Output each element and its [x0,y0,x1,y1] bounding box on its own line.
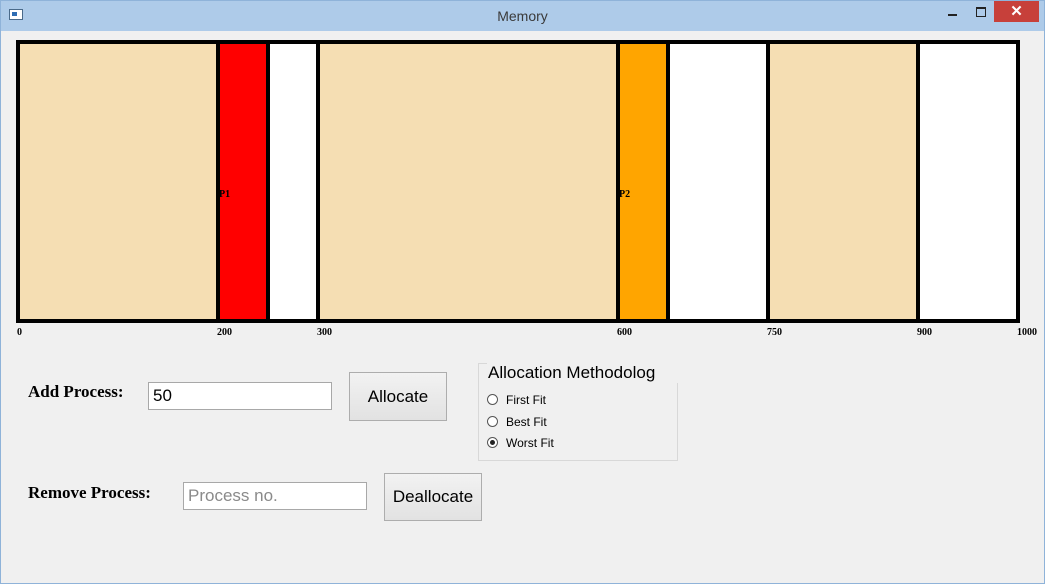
memory-boundary-line [16,40,20,323]
memory-map: P1 P2 [16,40,1020,323]
memory-tick-label: 750 [767,327,782,338]
title-bar[interactable]: Memory ✕ [1,1,1044,31]
close-icon: ✕ [1010,3,1023,20]
memory-window: Memory ✕ P1 P2 0 200 300 600 750 900 1000 Add P… [0,0,1045,584]
memory-segment-process: P2 [617,40,667,323]
memory-segment-hole [17,40,217,323]
minimize-icon [948,14,957,17]
memory-tick-label: 200 [217,327,232,338]
radio-label: Best Fit [506,415,547,429]
memory-segment-hole [317,40,617,323]
maximize-icon [975,7,986,18]
radio-button-icon[interactable] [487,437,498,448]
radio-label: Worst Fit [506,436,554,450]
memory-tick-label: 600 [617,327,632,338]
memory-tick-label: 300 [317,327,332,338]
memory-segment-hole [767,40,917,323]
process-label: P2 [619,189,631,200]
memory-boundary-line [666,40,670,323]
memory-tick-label: 1000 [1017,327,1037,338]
memory-boundary-line [316,40,320,323]
memory-boundary-line [1016,40,1020,323]
memory-segment-free [667,40,767,323]
add-process-label: Add Process: [28,382,124,401]
remove-process-input[interactable] [183,482,367,510]
allocate-button[interactable]: Allocate [349,372,447,421]
memory-tick-label: 900 [917,327,932,338]
memory-segment-free [917,40,1017,323]
content-panel: P1 P2 0 200 300 600 750 900 1000 Add Process: A… [9,32,1038,583]
deallocate-button[interactable]: Deallocate [384,473,482,521]
memory-boundary-line [766,40,770,323]
window-title: Memory [497,8,548,24]
radio-button-icon[interactable] [487,394,498,405]
process-label: P1 [219,189,231,200]
memory-boundary-line [616,40,620,323]
radio-button-icon[interactable] [487,416,498,427]
remove-process-label: Remove Process: [28,483,151,502]
memory-tick-label: 0 [17,327,22,338]
minimize-button[interactable] [939,1,966,22]
memory-boundary-line [216,40,220,323]
memory-boundary-line [266,40,270,323]
memory-segment-free [267,40,317,323]
allocation-methodology-title: Allocation Methodolog [487,363,681,383]
memory-boundary-line [916,40,920,323]
close-button[interactable]: ✕ [994,1,1039,22]
radio-label: First Fit [506,393,546,407]
memory-segment-process: P1 [217,40,267,323]
maximize-button[interactable] [967,1,994,22]
add-process-input[interactable] [148,382,332,410]
